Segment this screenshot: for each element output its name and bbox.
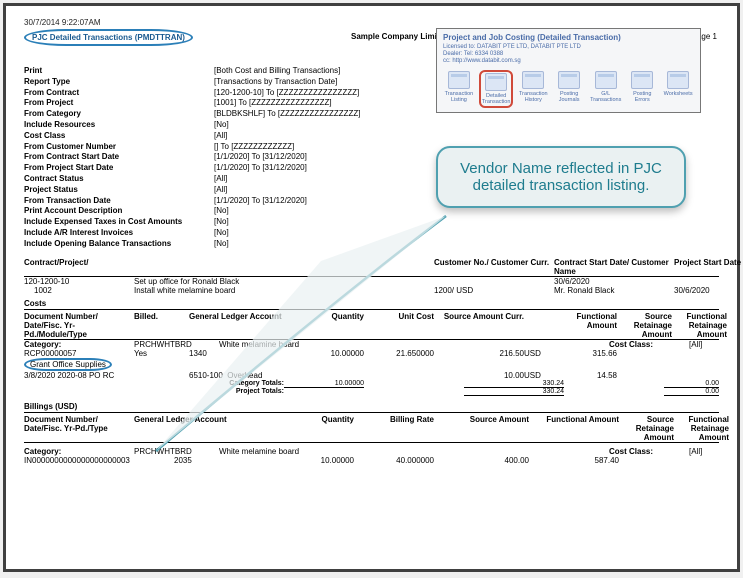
- dealer-line: Dealer: Tel: 6334 0388: [443, 51, 503, 57]
- catt-amt: 330.24: [464, 380, 564, 388]
- projt-amt: 330.24: [464, 388, 564, 396]
- callout-text: Vendor Name reflected in PJC detailed tr…: [460, 160, 662, 194]
- param-value: [120-1200-10] To [ZZZZZZZZZZZZZZZZ]: [214, 88, 359, 99]
- param-value: [Both Cost and Billing Transactions]: [214, 66, 340, 77]
- tb-gl-transactions[interactable]: G/L Transactions: [589, 70, 622, 108]
- tb-label: Detailed Transaction: [482, 93, 511, 105]
- param-value: [All]: [214, 131, 227, 142]
- param-value: [Transactions by Transaction Date]: [214, 77, 337, 88]
- cost-class-val: [All]: [689, 340, 719, 349]
- tb-label: G/L Transactions: [590, 91, 621, 103]
- company-name: Sample Company Limited: [351, 32, 449, 41]
- projt-ret: 0.00: [664, 388, 719, 396]
- funcamt: 315.66: [549, 349, 617, 358]
- param-label: From Project: [24, 98, 214, 109]
- cust-name: Mr. Ronald Black: [554, 286, 674, 295]
- tb-posting-journals[interactable]: Posting Journals: [553, 70, 585, 108]
- param-label: Include Resources: [24, 120, 214, 131]
- col-projstart: Project Start Date: [674, 258, 743, 276]
- bh: Document Number/ Date/Fisc. Yr-Pd./Type: [24, 415, 134, 442]
- cat-label: Category:: [24, 340, 134, 349]
- proj-start: 30/6/2020: [674, 286, 743, 295]
- report-page: 30/7/2014 9:22:07AM PJC Detailed Transac…: [3, 3, 740, 572]
- param-label: Cost Class: [24, 131, 214, 142]
- param-label: From Contract Start Date: [24, 152, 214, 163]
- tb-label: Posting Errors: [627, 91, 657, 103]
- funcamt2: 14.58: [549, 371, 617, 380]
- catt-reta: 0.00: [664, 380, 719, 388]
- toolbar-icon: [522, 71, 544, 89]
- toolbar-icon: [448, 71, 470, 89]
- bill-func: 587.40: [529, 456, 619, 465]
- param-value: [] To [ZZZZZZZZZZZZ]: [214, 142, 294, 153]
- toolbar-sub: Licensed to: DATABIT PTE LTD, DATABIT PT…: [443, 44, 694, 66]
- project-id: 1002: [24, 286, 134, 295]
- bh: Functional Retainage Amount: [674, 415, 729, 442]
- param-value: [No]: [214, 120, 229, 131]
- param-value: [All]: [214, 174, 227, 185]
- param-label: From Project Start Date: [24, 163, 214, 174]
- bcat-label: Category:: [24, 447, 134, 456]
- doc-no: RCP00000057: [24, 349, 134, 358]
- ch: Functional Retainage Amount: [672, 312, 727, 339]
- param-label: From Customer Number: [24, 142, 214, 153]
- report-title: PJC Detailed Transactions (PMDTTRAN): [32, 33, 185, 42]
- toolbar-icon: [558, 71, 580, 89]
- tb-worksheets[interactable]: Worksheets: [662, 70, 694, 108]
- cost-class-lbl: Cost Class:: [609, 340, 689, 349]
- bcc-lbl: Cost Class:: [609, 447, 689, 456]
- contract-start: 30/6/2020: [554, 277, 674, 286]
- tb-label: Posting Journals: [554, 91, 584, 103]
- top-line: 30/7/2014 9:22:07AM: [24, 18, 719, 27]
- toolbar-icon: [595, 71, 617, 89]
- tb-detailed-transaction[interactable]: Detailed Transaction: [479, 70, 514, 108]
- param-value: [1/1/2020] To [31/12/2020]: [214, 196, 307, 207]
- tb-transaction-history[interactable]: Transaction History: [517, 70, 549, 108]
- param-label: Print: [24, 66, 214, 77]
- param-label: Report Type: [24, 77, 214, 88]
- param-value: [1/1/2020] To [31/12/2020]: [214, 163, 307, 174]
- param-value: [1001] To [ZZZZZZZZZZZZZZZZ]: [214, 98, 332, 109]
- param-value: [BLDBKSHLF] To [ZZZZZZZZZZZZZZZZ]: [214, 109, 361, 120]
- bh: Source Retainage Amount: [619, 415, 674, 442]
- tb-posting-errors[interactable]: Posting Errors: [626, 70, 658, 108]
- tb-label: Transaction History: [518, 91, 548, 103]
- report-title-oval: PJC Detailed Transactions (PMDTTRAN): [24, 29, 193, 46]
- param-label: Project Status: [24, 185, 214, 196]
- param-value: [1/1/2020] To [31/12/2020]: [214, 152, 307, 163]
- contract-id: 120-1200-10: [24, 277, 134, 286]
- vendor-name-oval: Grant Office Supplies: [24, 358, 112, 371]
- param-value: [All]: [214, 185, 227, 196]
- param-label: From Contract: [24, 88, 214, 99]
- toolbar-icon: [631, 71, 653, 89]
- bh: Functional Amount: [529, 415, 619, 442]
- toolbar-title: Project and Job Costing (Detailed Transa…: [443, 33, 694, 42]
- param-label: From Category: [24, 109, 214, 120]
- toolbar-icons: Transaction Listing Detailed Transaction…: [443, 70, 694, 108]
- doc-meta: 3/8/2020 2020-08 PO RC: [24, 371, 134, 380]
- ch: Document Number/ Date/Fisc. Yr-Pd./Modul…: [24, 312, 134, 339]
- ch: Source Retainage Amount: [617, 312, 672, 339]
- url-line: cc: http://www.databit.com.sg: [443, 58, 521, 64]
- ch: Functional Amount: [549, 312, 617, 339]
- param-label: Contract Status: [24, 174, 214, 185]
- license-line: Licensed to: DATABIT PTE LTD, DATABIT PT…: [443, 44, 581, 50]
- vendor-name: Grant Office Supplies: [30, 360, 106, 369]
- toolbar-icon: [667, 71, 689, 89]
- report-datetime: 30/7/2014 9:22:07AM: [24, 18, 101, 27]
- toolbar-panel: Project and Job Costing (Detailed Transa…: [436, 28, 701, 113]
- param-label: From Transaction Date: [24, 196, 214, 207]
- col-contract: Contract/Project/: [24, 258, 134, 276]
- tb-label: Transaction Listing: [444, 91, 474, 103]
- toolbar-icon: [485, 73, 507, 91]
- tb-transaction-listing[interactable]: Transaction Listing: [443, 70, 475, 108]
- callout-bubble: Vendor Name reflected in PJC detailed tr…: [436, 146, 686, 208]
- bcc-val: [All]: [689, 447, 719, 456]
- curr2: USD: [524, 371, 549, 380]
- curr: USD: [524, 349, 549, 358]
- arrow-icon: [146, 211, 456, 461]
- tb-label: Worksheets: [664, 91, 693, 97]
- col-startdate: Contract Start Date/ Customer Name: [554, 258, 674, 276]
